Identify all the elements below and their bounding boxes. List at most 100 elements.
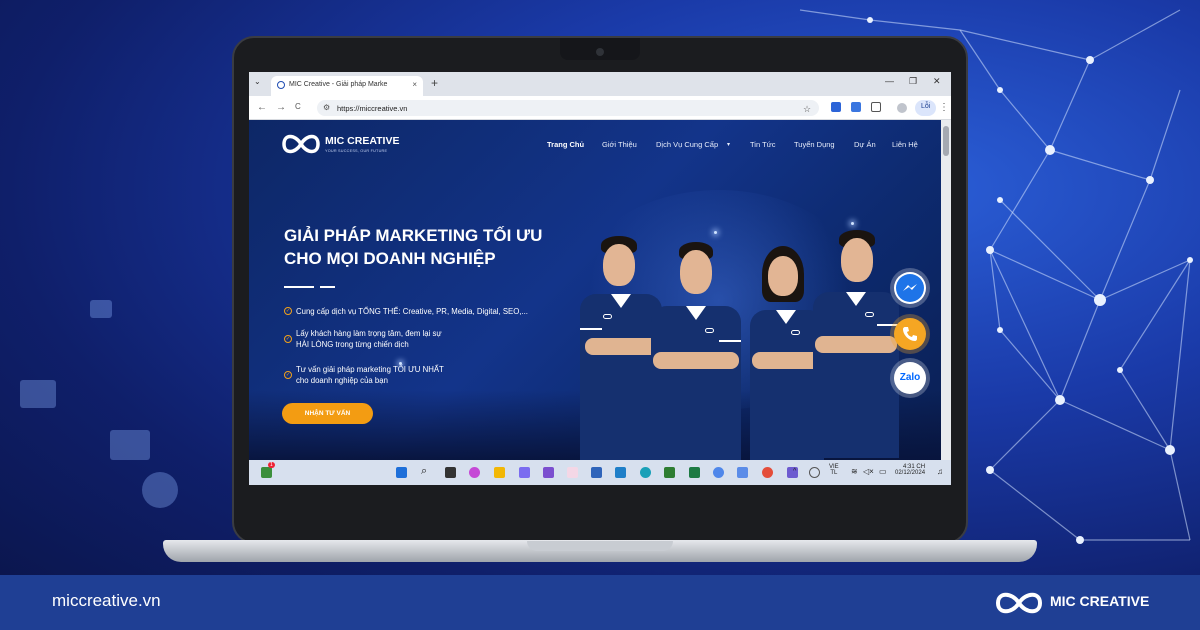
windows-taskbar: 1 ⌕ ^ VIE TL ≋ ◁× ▭ 4:31 CH 02/12/2024 ♫ — [249, 460, 951, 485]
browser-tab-bar: ⌄ MIC Creative - Giải pháp Marke × + — ❐… — [249, 72, 951, 96]
site-logo-name: MIC CREATIVE — [325, 135, 400, 147]
extensions-puzzle-icon[interactable] — [871, 102, 881, 112]
clock-date: 02/12/2024 — [895, 470, 926, 476]
site-settings-icon[interactable]: ⚙ — [323, 103, 330, 112]
tab-list-button[interactable]: ⌄ — [254, 77, 261, 86]
extension-icon[interactable] — [851, 102, 861, 112]
check-icon: ✓ — [284, 335, 292, 343]
url-text: https://miccreative.vn — [337, 104, 408, 113]
light-dot — [851, 222, 854, 225]
battery-icon[interactable]: ▭ — [879, 467, 887, 476]
divider — [320, 286, 335, 288]
tab-close-icon[interactable]: × — [412, 80, 417, 89]
nav-item-trang-chu[interactable]: Trang Chủ — [547, 140, 584, 149]
divider — [284, 286, 314, 288]
wifi-icon[interactable]: ≋ — [851, 467, 858, 476]
file-explorer-icon[interactable] — [494, 467, 505, 478]
phone-icon — [903, 327, 917, 341]
copilot-icon[interactable] — [469, 467, 480, 478]
scrollbar-thumb[interactable] — [943, 126, 949, 156]
chevron-down-icon[interactable]: ▾ — [727, 141, 730, 148]
messenger-icon — [896, 274, 924, 302]
footer-bar: miccreative.vn MIC CREATIVE — [0, 575, 1200, 630]
zalo-button[interactable]: Zalo — [894, 362, 926, 394]
language-layout: TL — [830, 470, 838, 476]
hero-title-line-1: GIẢI PHÁP MARKETING TỐI ƯU — [284, 226, 543, 245]
check-icon: ✓ — [284, 307, 292, 315]
footer-brand: MIC CREATIVE — [1050, 593, 1150, 609]
footer-url[interactable]: miccreative.vn — [52, 591, 161, 611]
profile-avatar[interactable] — [897, 103, 907, 113]
benefit-item: ✓ Cung cấp dịch vụ TỔNG THỂ: Creative, P… — [284, 306, 528, 317]
light-dot — [714, 231, 717, 234]
outlook-icon[interactable] — [591, 467, 602, 478]
chrome-icon[interactable] — [762, 467, 773, 478]
onenote-icon[interactable] — [543, 467, 554, 478]
benefit-item: ✓ Tư vấn giải pháp marketing TỐI ƯU NHẤT… — [284, 364, 444, 386]
volume-icon[interactable]: ◁× — [863, 467, 874, 476]
word-icon[interactable] — [615, 467, 626, 478]
network-status-icon[interactable] — [261, 467, 272, 478]
infinity-logo-icon — [282, 134, 320, 154]
app-icon[interactable] — [737, 467, 748, 478]
minimize-button[interactable]: — — [885, 76, 894, 86]
search-icon[interactable]: ⌕ — [421, 465, 427, 478]
extension-icon[interactable] — [831, 102, 841, 112]
notification-bell-icon[interactable]: ♫ — [937, 467, 943, 476]
language-indicator[interactable]: VIE TL — [829, 464, 839, 476]
zalo-icon: Zalo — [899, 372, 921, 383]
nav-item-gioi-thieu[interactable]: Giới Thiệu — [602, 140, 637, 149]
windows-start-icon[interactable] — [396, 467, 407, 478]
benefit-text: Lấy khách hàng làm trọng tâm, đem lại sự — [296, 329, 442, 338]
back-button[interactable]: ← — [257, 102, 267, 113]
benefit-text: cho doanh nghiệp của bạn — [296, 376, 388, 385]
team-member — [809, 228, 901, 458]
app-icon[interactable] — [664, 467, 675, 478]
new-tab-button[interactable]: + — [431, 76, 438, 90]
bookmark-star-icon[interactable]: ☆ — [803, 104, 811, 115]
nav-item-du-an[interactable]: Dự Án — [854, 140, 876, 149]
consult-button[interactable]: NHẬN TƯ VẤN — [282, 403, 373, 424]
restore-button[interactable]: ❐ — [909, 76, 917, 87]
notification-count: 1 — [268, 462, 275, 468]
more-menu-button[interactable]: ⋮ — [939, 102, 949, 113]
light-dot — [399, 362, 402, 365]
favicon-icon — [277, 81, 285, 89]
laptop-screen: ⌄ MIC Creative - Giải pháp Marke × + — ❐… — [249, 72, 951, 485]
phone-button[interactable] — [894, 318, 926, 350]
address-bar[interactable]: ⚙ https://miccreative.vn ☆ — [317, 100, 819, 116]
onedrive-icon[interactable] — [809, 467, 820, 478]
edge-icon[interactable] — [640, 467, 651, 478]
browser-toolbar: ← → C ⚙ https://miccreative.vn ☆ Lỗi ⋮ — [249, 96, 951, 120]
forward-button[interactable]: → — [276, 102, 286, 113]
reload-button[interactable]: C — [295, 102, 301, 111]
hero-title-line-2: CHO MỌI DOANH NGHIỆP — [284, 249, 496, 268]
nav-item-dich-vu[interactable]: Dịch Vụ Cung Cấp — [656, 140, 718, 149]
website-page: MIC CREATIVE YOUR SUCCESS, OUR FUTURE Tr… — [249, 120, 951, 460]
browser-tab[interactable]: MIC Creative - Giải pháp Marke × — [271, 76, 423, 96]
benefit-text: Cung cấp dịch vụ TỔNG THỂ: Creative, PR,… — [296, 307, 528, 316]
clock[interactable]: 4:31 CH 02/12/2024 — [895, 464, 925, 476]
nav-item-lien-he[interactable]: Liên Hệ — [892, 140, 918, 149]
camera-icon — [596, 48, 604, 56]
window-close-button[interactable]: ✕ — [933, 76, 941, 87]
team-member — [647, 242, 745, 460]
laptop-base-notch — [527, 541, 673, 551]
app-icon[interactable] — [567, 467, 578, 478]
benefit-text: Tư vấn giải pháp marketing TỐI ƯU NHẤT — [296, 365, 444, 374]
benefit-text: HÀI LÒNG trong từng chiến dịch — [296, 340, 409, 349]
nav-item-tuyen-dung[interactable]: Tuyển Dụng — [794, 140, 835, 149]
hero-title: GIẢI PHÁP MARKETING TỐI ƯU CHO MỌI DOANH… — [284, 224, 542, 270]
chrome-icon[interactable] — [713, 467, 724, 478]
task-view-icon[interactable] — [445, 467, 456, 478]
chevron-up-icon[interactable]: ^ — [793, 468, 796, 475]
site-logo-tagline: YOUR SUCCESS, OUR FUTURE — [325, 149, 388, 153]
benefit-item: ✓ Lấy khách hàng làm trọng tâm, đem lại … — [284, 328, 442, 350]
error-badge[interactable]: Lỗi — [915, 100, 937, 116]
infinity-logo-icon — [995, 592, 1043, 614]
excel-icon[interactable] — [689, 467, 700, 478]
scrollbar[interactable] — [941, 120, 951, 460]
teams-icon[interactable] — [519, 467, 530, 478]
nav-item-tin-tuc[interactable]: Tin Tức — [750, 140, 775, 149]
messenger-button[interactable] — [894, 272, 926, 304]
